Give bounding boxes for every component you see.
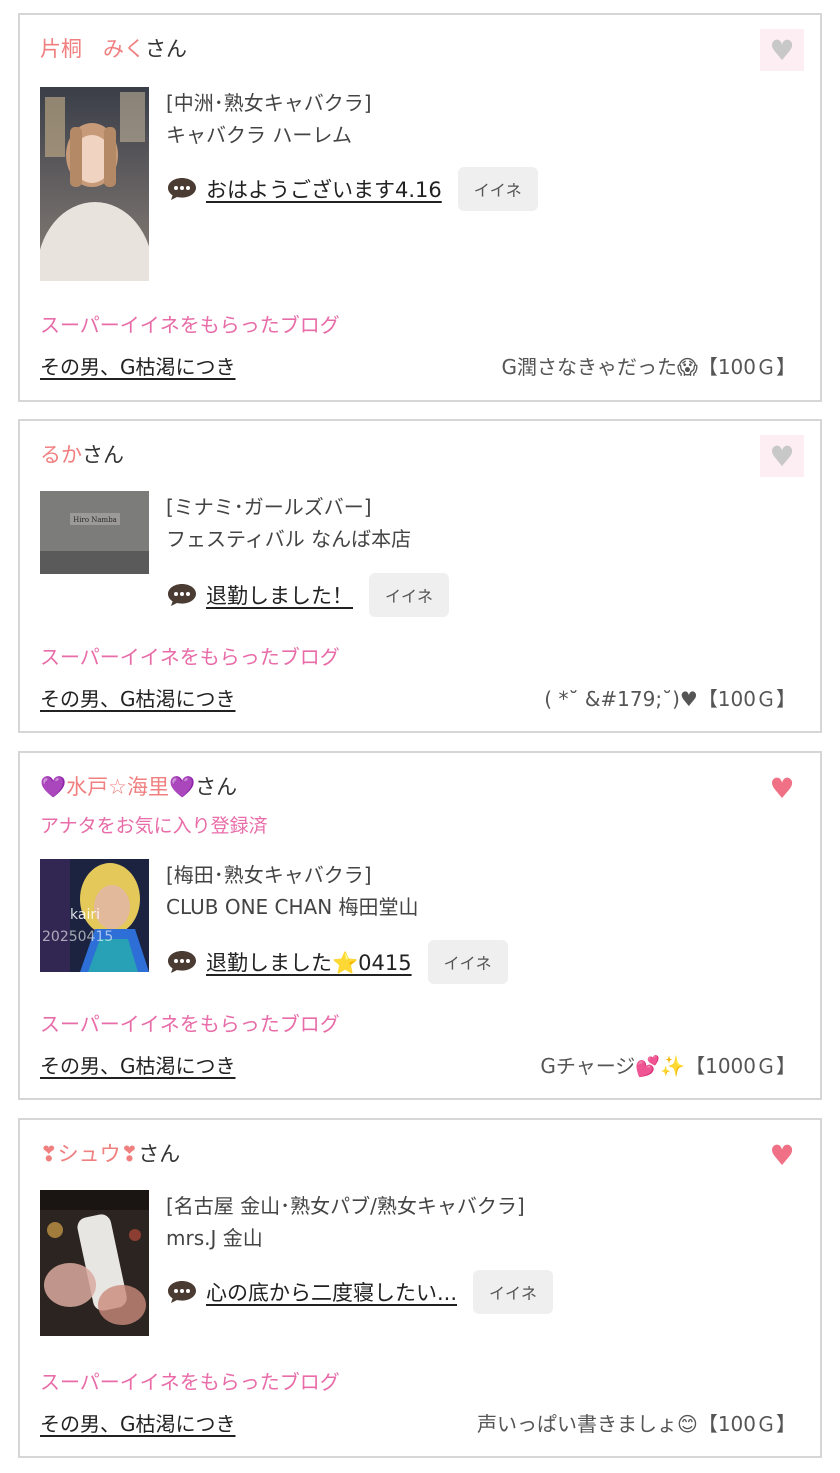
cast-photo[interactable] [40, 87, 149, 281]
speech-bubble-icon [168, 951, 196, 973]
favorite-status: アナタをお気に入り登録済 [40, 815, 268, 837]
svg-text:Hiro Namba: Hiro Namba [73, 516, 117, 524]
iine-button[interactable]: イイネ [427, 940, 508, 984]
blog-row: 退勤しました⭐0415 イイネ [166, 940, 508, 984]
super-iine-row: その男、G枯渇につき G潤さなきゃだった😱【100Ｇ】 [40, 351, 796, 380]
member-name-link[interactable]: その男、G枯渇につき [40, 351, 236, 380]
shop-name[interactable]: フェスティバル なんば本店 [166, 523, 411, 555]
cast-photo[interactable]: Hiro Namba [40, 491, 149, 574]
cast-name[interactable]: 💜水戸☆海里💜 [40, 775, 195, 799]
speech-bubble-icon [168, 1281, 196, 1303]
cast-name-row[interactable]: るかさん [40, 439, 124, 469]
super-iine-row: その男、G枯渇につき ( *˘ &#179;˘)♥【100Ｇ】 [40, 683, 796, 712]
blog-title-link[interactable]: おはようございます4.16 [206, 174, 442, 204]
shop-info: [梅田･熟女キャバクラ] CLUB ONE CHAN 梅田堂山 [166, 859, 419, 923]
iine-button[interactable]: イイネ [473, 1270, 554, 1314]
super-iine-comment: G潤さなきゃだった😱【100Ｇ】 [501, 355, 796, 379]
shop-name[interactable]: CLUB ONE CHAN 梅田堂山 [166, 891, 419, 923]
blog-row: おはようございます4.16 イイネ [166, 167, 538, 211]
member-name-link[interactable]: その男、G枯渇につき [40, 1050, 236, 1079]
honorific: さん [195, 775, 238, 799]
shop-info: [中洲･熟女キャバクラ] キャバクラ ハーレム [166, 87, 372, 151]
blog-title-link[interactable]: 退勤しました！ [206, 580, 353, 610]
svg-text:20250415: 20250415 [42, 929, 113, 945]
cast-name[interactable]: 片桐 みく [40, 37, 145, 61]
cast-name[interactable]: るか [40, 443, 82, 467]
super-iine-row: その男、G枯渇につき Gチャージ💕✨【1000Ｇ】 [40, 1050, 796, 1079]
favorite-heart-icon[interactable]: ♥ [760, 29, 804, 71]
cast-photo[interactable] [40, 1190, 149, 1336]
blog-card: ❣シュウ❣さん ♥ [名古屋 金山･熟女パブ/熟女キャバクラ] mrs.J 金山… [18, 1118, 822, 1458]
favorite-heart-icon[interactable]: ♥ [760, 1134, 804, 1176]
super-iine-label: スーパーイイネをもらったブログ [40, 1370, 340, 1394]
super-iine-label: スーパーイイネをもらったブログ [40, 1012, 340, 1036]
super-iine-row: その男、G枯渇につき 声いっぱい書きましょ😊【100Ｇ】 [40, 1408, 796, 1437]
shop-area: [中洲･熟女キャバクラ] [166, 91, 372, 115]
speech-bubble-icon [168, 584, 196, 606]
svg-text:kairi: kairi [70, 907, 100, 923]
super-iine-label: スーパーイイネをもらったブログ [40, 313, 340, 337]
iine-button[interactable]: イイネ [457, 167, 538, 211]
cast-photo[interactable]: kairi 20250415 [40, 859, 149, 972]
iine-button[interactable]: イイネ [369, 573, 450, 617]
blog-card: るかさん ♥ Hiro Namba [ミナミ･ガールズバー] フェスティバル な… [18, 419, 822, 733]
shop-area: [名古屋 金山･熟女パブ/熟女キャバクラ] [166, 1194, 525, 1218]
favorite-heart-icon[interactable]: ♥ [760, 767, 804, 809]
honorific: さん [145, 37, 187, 61]
member-name-link[interactable]: その男、G枯渇につき [40, 1408, 236, 1437]
blog-card: 片桐 みくさん ♥ [中洲･熟女キャバクラ] キャバクラ ハーレム おはようござ… [18, 13, 822, 402]
super-iine-comment: Gチャージ💕✨【1000Ｇ】 [540, 1054, 796, 1078]
super-iine-comment: ( *˘ &#179;˘)♥【100Ｇ】 [544, 687, 796, 711]
shop-name[interactable]: mrs.J 金山 [166, 1222, 525, 1254]
shop-info: [名古屋 金山･熟女パブ/熟女キャバクラ] mrs.J 金山 [166, 1190, 525, 1254]
shop-area: [梅田･熟女キャバクラ] [166, 863, 372, 887]
favorite-heart-icon[interactable]: ♥ [760, 435, 804, 477]
cast-name-row[interactable]: ❣シュウ❣さん [40, 1138, 180, 1168]
shop-name[interactable]: キャバクラ ハーレム [166, 119, 372, 151]
shop-area: [ミナミ･ガールズバー] [166, 495, 372, 519]
blog-row: 退勤しました！ イイネ [166, 573, 450, 617]
cast-name-row[interactable]: 💜水戸☆海里💜さん [40, 771, 237, 801]
blog-card: 💜水戸☆海里💜さん アナタをお気に入り登録済 ♥ kairi 20250415 … [18, 751, 822, 1100]
blog-row: 心の底から二度寝したい... イイネ [166, 1270, 554, 1314]
member-name-link[interactable]: その男、G枯渇につき [40, 683, 236, 712]
super-iine-comment: 声いっぱい書きましょ😊【100Ｇ】 [476, 1412, 796, 1436]
blog-title-link[interactable]: 退勤しました⭐0415 [206, 947, 412, 977]
super-iine-label: スーパーイイネをもらったブログ [40, 645, 340, 669]
cast-name[interactable]: ❣シュウ❣ [40, 1142, 138, 1166]
blog-title-link[interactable]: 心の底から二度寝したい... [206, 1277, 457, 1307]
honorific: さん [138, 1142, 181, 1166]
shop-info: [ミナミ･ガールズバー] フェスティバル なんば本店 [166, 491, 411, 555]
speech-bubble-icon [168, 178, 196, 200]
cast-name-row[interactable]: 片桐 みくさん [40, 33, 187, 63]
honorific: さん [82, 443, 124, 467]
